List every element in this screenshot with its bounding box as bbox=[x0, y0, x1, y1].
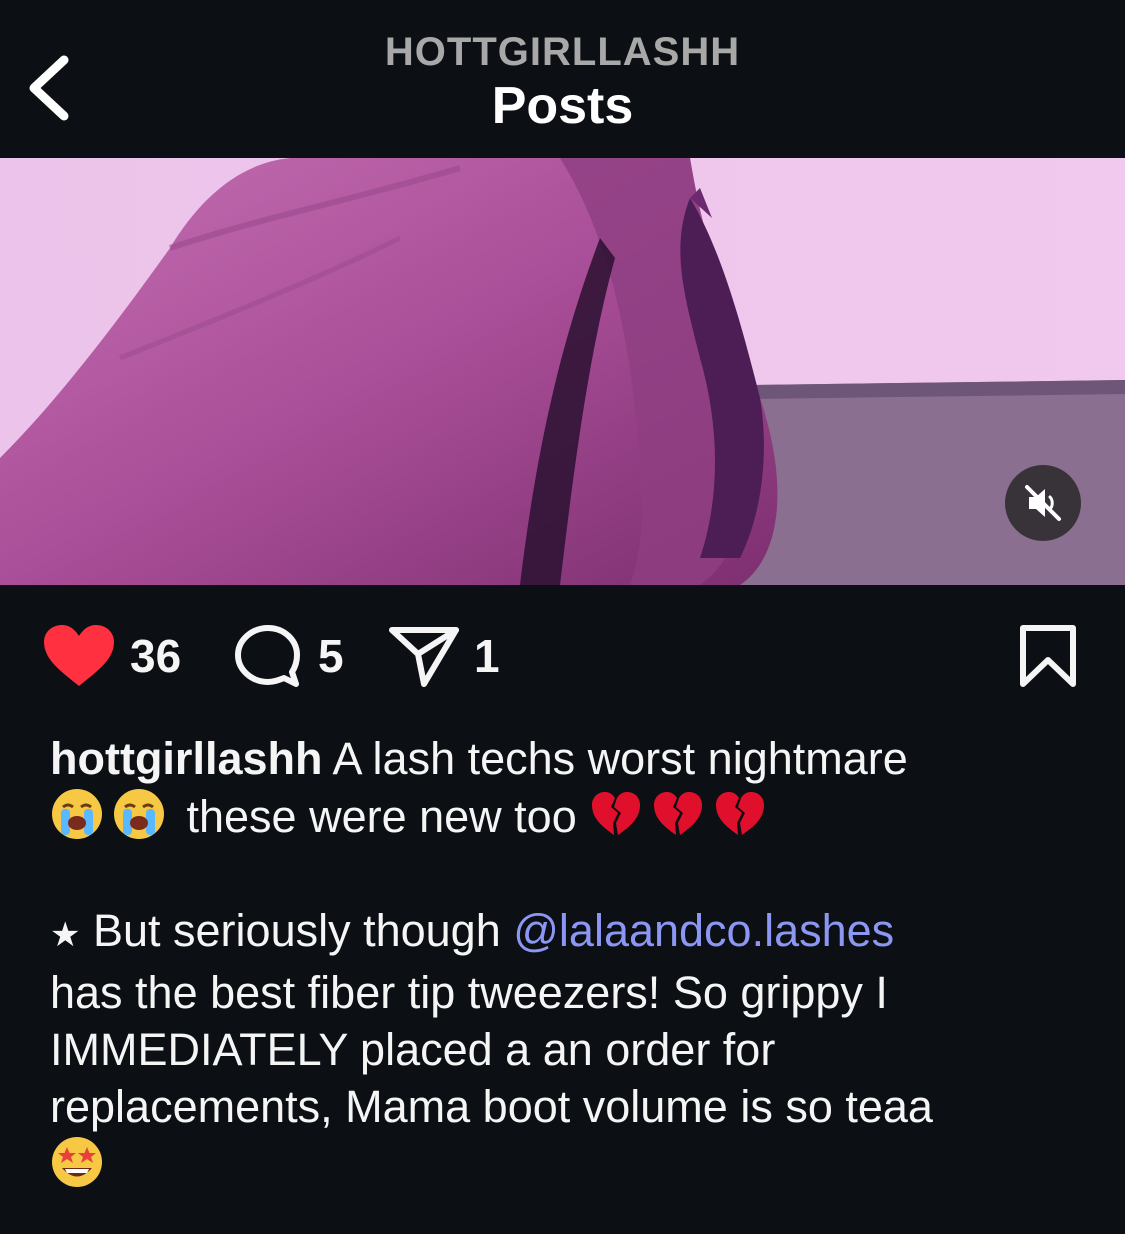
caption-line-last bbox=[50, 1135, 1060, 1193]
caption-text-2: these were new too bbox=[174, 791, 590, 842]
caption-username[interactable]: hottgirllashh bbox=[50, 733, 322, 784]
star-struck-emoji bbox=[52, 1137, 102, 1187]
share-button[interactable] bbox=[388, 624, 462, 688]
broken-heart-emoji bbox=[716, 792, 765, 835]
heart-icon bbox=[44, 625, 114, 686]
loudly-crying-face-emoji bbox=[52, 789, 102, 839]
comment-icon bbox=[235, 625, 300, 687]
speaker-muted-icon bbox=[1025, 485, 1061, 521]
caption-text-3: But seriously though bbox=[80, 905, 514, 956]
comment-button[interactable] bbox=[234, 624, 300, 688]
mute-button[interactable] bbox=[1005, 465, 1081, 541]
caption-line-1: hottgirllashh A lash techs worst nightma… bbox=[50, 730, 1060, 787]
post-video[interactable] bbox=[0, 158, 1125, 585]
share-icon bbox=[389, 627, 459, 687]
post-caption: hottgirllashh A lash techs worst nightma… bbox=[50, 730, 1060, 1193]
page-title: Posts bbox=[491, 77, 634, 135]
action-bar: 36 5 1 bbox=[0, 610, 1125, 706]
header-username: HOTTGIRLLASHH bbox=[384, 30, 741, 74]
caption-text-1: A lash techs worst nightmare bbox=[322, 733, 908, 784]
caption-line-2: these were new too bbox=[50, 787, 1060, 845]
broken-heart-emoji bbox=[592, 792, 641, 835]
broken-heart-emoji bbox=[654, 792, 703, 835]
caption-line-3: ★ But seriously though @lalaandco.lashes bbox=[50, 902, 1060, 964]
top-bar: HOTTGIRLLASHH Posts bbox=[0, 0, 1125, 158]
like-button[interactable] bbox=[42, 624, 116, 688]
mention-link[interactable]: @lalaandco.lashes bbox=[513, 905, 894, 956]
save-button[interactable] bbox=[1018, 624, 1078, 688]
comment-count[interactable]: 5 bbox=[318, 630, 344, 682]
like-count[interactable]: 36 bbox=[130, 630, 181, 682]
loudly-crying-face-emoji bbox=[114, 789, 164, 839]
video-frame bbox=[0, 158, 1125, 585]
caption-body-text: has the best fiber tip tweezers! So grip… bbox=[50, 967, 933, 1132]
share-count[interactable]: 1 bbox=[474, 630, 500, 682]
caption-body: has the best fiber tip tweezers! So grip… bbox=[50, 964, 1060, 1135]
star-glyph: ★ bbox=[50, 916, 81, 954]
bookmark-icon bbox=[1020, 625, 1076, 687]
